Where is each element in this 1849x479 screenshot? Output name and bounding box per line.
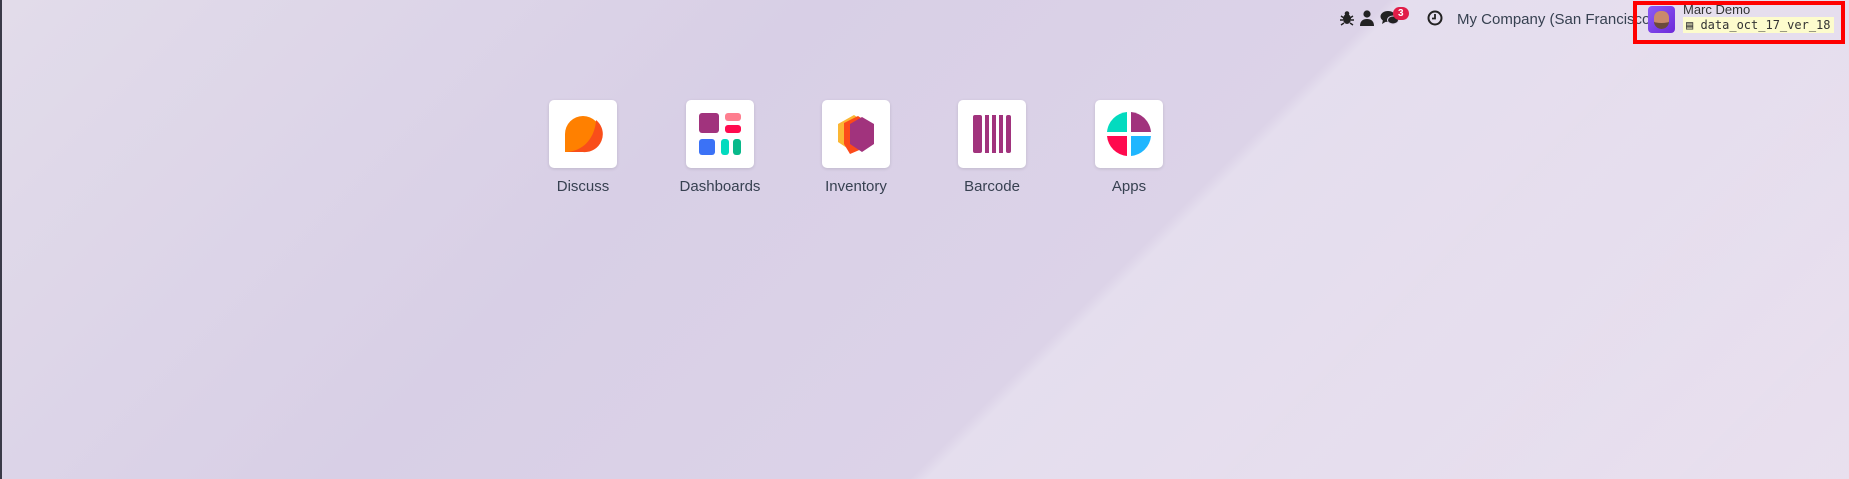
user-name[interactable]: Marc Demo <box>1683 2 1750 17</box>
avatar[interactable] <box>1648 6 1675 33</box>
app-dashboards[interactable]: Dashboards <box>680 100 760 195</box>
apps-icon <box>1095 100 1163 168</box>
dashboards-icon <box>686 100 754 168</box>
messages-badge: 3 <box>1393 7 1409 20</box>
user-icon[interactable] <box>1360 10 1374 31</box>
app-barcode[interactable]: Barcode <box>958 100 1026 195</box>
app-label: Apps <box>1111 178 1147 195</box>
inventory-icon <box>822 100 890 168</box>
background-sheen <box>620 0 1849 479</box>
bug-icon[interactable] <box>1340 10 1354 31</box>
database-name: ▤ data_oct_17_ver_18 <box>1683 17 1834 33</box>
left-border <box>0 0 2 479</box>
top-bar: 3 My Company (San Francisco) Marc Demo ▤… <box>0 0 1849 44</box>
app-label: Barcode <box>964 178 1020 195</box>
app-inventory[interactable]: Inventory <box>822 100 890 195</box>
barcode-icon <box>958 100 1026 168</box>
app-label: Inventory <box>825 178 887 195</box>
database-label: data_oct_17_ver_18 <box>1700 18 1831 32</box>
app-label: Discuss <box>556 178 610 195</box>
app-label: Dashboards <box>679 178 761 195</box>
clock-icon[interactable] <box>1427 10 1443 31</box>
company-switcher[interactable]: My Company (San Francisco) <box>1457 11 1655 28</box>
app-apps[interactable]: Apps <box>1095 100 1163 195</box>
app-discuss[interactable]: Discuss <box>549 100 617 195</box>
discuss-icon <box>549 100 617 168</box>
